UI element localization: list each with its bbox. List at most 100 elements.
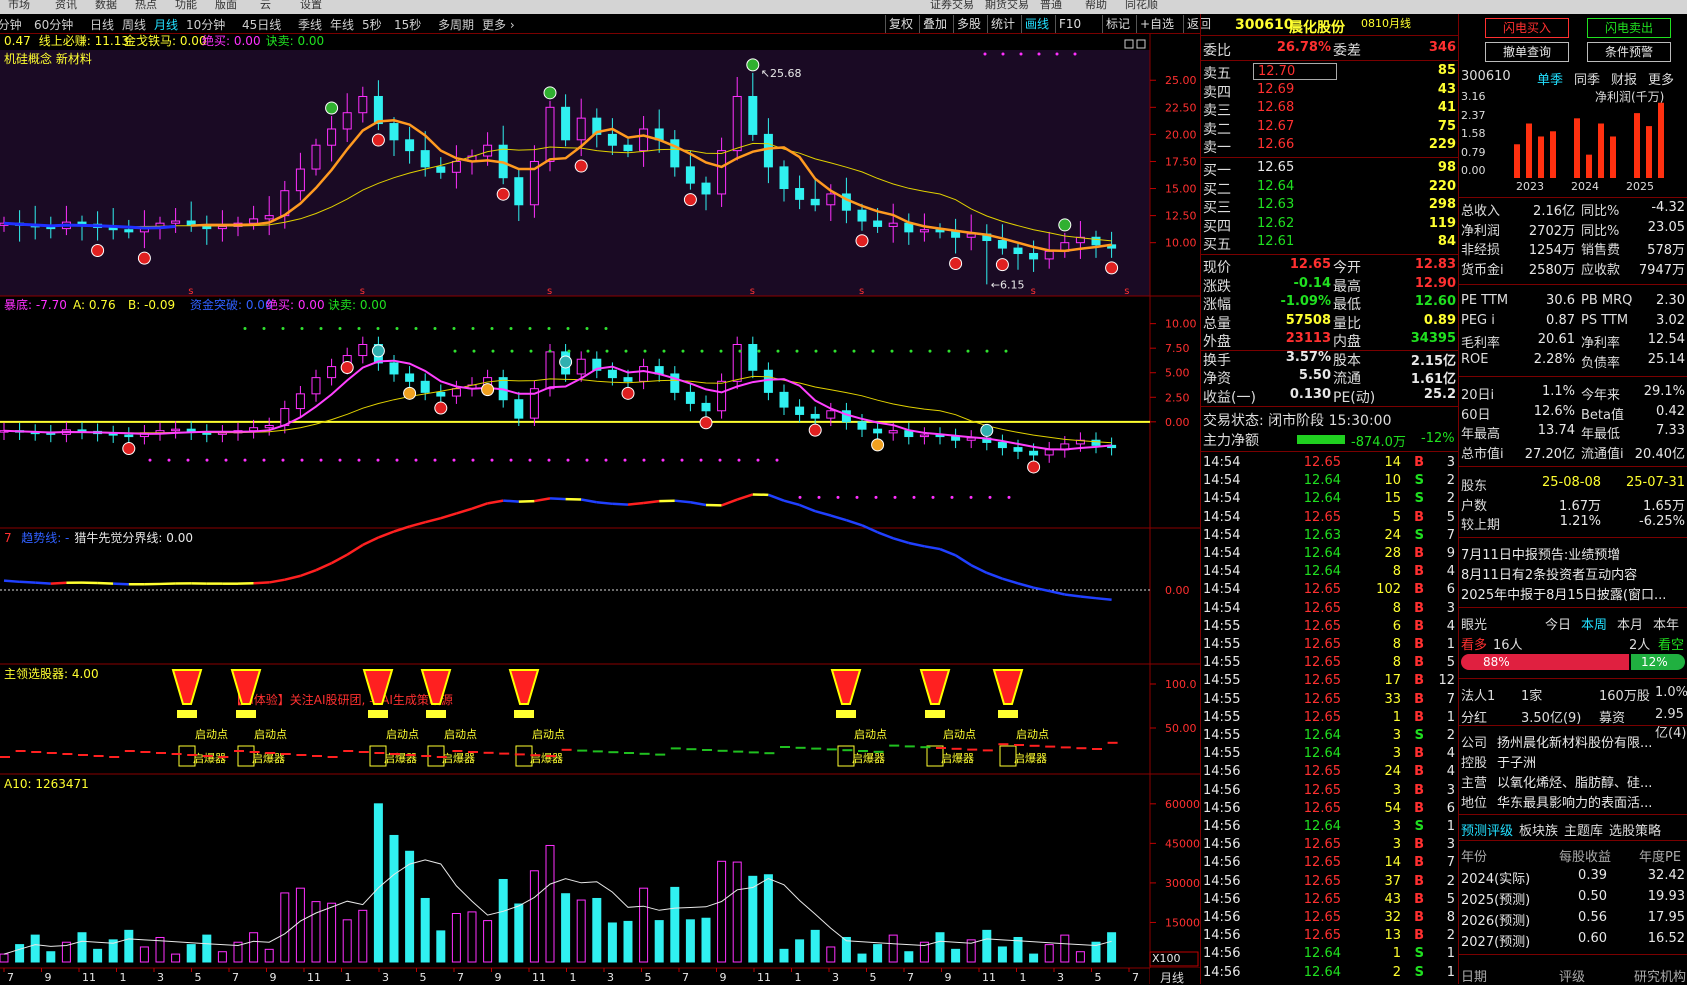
level-mark <box>62 753 72 755</box>
fin-tab[interactable]: 同季 <box>1574 69 1600 88</box>
period-tab[interactable]: 月线 <box>154 16 178 33</box>
period-tab[interactable]: 10分钟 <box>186 16 225 33</box>
x-axis-label: 7 <box>682 971 689 984</box>
news-item[interactable]: 8月11日有2条投资者互动内容 <box>1461 564 1686 583</box>
period-tab[interactable]: 周线 <box>122 16 146 33</box>
top-menu-item[interactable]: 帮助 <box>1085 0 1107 10</box>
kline-chart-area[interactable]: 25.0022.5020.0017.5015.0012.5010.00↖25.6… <box>0 34 1200 984</box>
top-menu-item[interactable]: 功能 <box>175 0 197 10</box>
toolbar-button[interactable]: 叠加 <box>919 15 953 33</box>
fin-bar <box>1634 113 1640 178</box>
top-menu-item[interactable]: 资讯 <box>55 0 77 10</box>
valuation-label: ROE <box>1461 352 1488 367</box>
period-tab[interactable]: 多周期 <box>438 16 474 33</box>
top-menu-item[interactable]: 数据 <box>95 0 117 10</box>
period-tab[interactable]: 15秒 <box>394 16 421 33</box>
tick-count: 4 <box>1429 564 1455 579</box>
forecast-tab[interactable]: 选股策略 <box>1609 820 1661 839</box>
top-menu-item[interactable]: 普通 <box>1040 0 1062 10</box>
top-menu-item[interactable]: 热点 <box>135 0 157 10</box>
s-marker: s <box>547 286 552 297</box>
forecast-tab[interactable]: 主题库 <box>1564 820 1603 839</box>
toolbar-button[interactable]: 标记 <box>1102 15 1136 33</box>
toolbar-button[interactable]: 统计 <box>987 15 1021 33</box>
level-mark <box>718 750 728 752</box>
tick-side: S <box>1406 491 1424 506</box>
indicator-signal-icon <box>123 443 135 455</box>
perf-value: 7.33 <box>1627 423 1685 438</box>
buy-price[interactable]: 12.62 <box>1253 216 1337 231</box>
fin-tab[interactable]: 单季 <box>1537 69 1563 88</box>
forecast-tab[interactable]: 板块族 <box>1519 820 1558 839</box>
quote-stat-value: 57508 <box>1251 313 1331 328</box>
period-tab[interactable]: 季线 <box>298 16 322 33</box>
period-tab[interactable]: 日线 <box>90 16 114 33</box>
toolbar-button[interactable]: F10 <box>1055 15 1102 33</box>
company-value: 以氧化烯烃、脂肪醇、硅... <box>1497 772 1685 791</box>
sell-price[interactable]: 12.69 <box>1253 82 1337 97</box>
fin-tab[interactable]: 财报 <box>1611 69 1637 88</box>
toolbar-button[interactable]: 画线 <box>1021 15 1055 33</box>
sell-price[interactable]: 12.68 <box>1253 100 1337 115</box>
buy-price[interactable]: 12.65 <box>1253 160 1337 175</box>
toolbar-button[interactable]: +自选 <box>1136 15 1183 33</box>
buy-price[interactable]: 12.61 <box>1253 234 1337 249</box>
tick-side: B <box>1406 710 1424 725</box>
level-mark <box>749 751 759 753</box>
news-item[interactable]: 2025年中报于8月15日披露(窗口... <box>1461 584 1686 603</box>
panel-max-icon[interactable] <box>1137 40 1145 48</box>
top-menu-item[interactable]: 版面 <box>215 0 237 10</box>
indicator-candle <box>437 392 445 396</box>
forecast-tab[interactable]: 预测评级 <box>1461 820 1513 839</box>
period-tab[interactable]: 60分钟 <box>34 16 73 33</box>
candle-body <box>733 96 741 150</box>
signal-dot <box>377 327 380 330</box>
period-tab[interactable]: 5秒 <box>362 16 382 33</box>
indicator-tick-label: 50.00 <box>1165 722 1197 735</box>
weicha-value: 346 <box>1381 40 1456 55</box>
tick-count: 1 <box>1429 637 1455 652</box>
tick-count: 3 <box>1429 601 1455 616</box>
tick-time: 14:56 <box>1203 892 1240 907</box>
signal-dot <box>473 350 476 353</box>
signal-bar <box>426 710 446 718</box>
top-menu-item[interactable]: 同花顺 <box>1125 0 1158 10</box>
order-query-button[interactable]: 撤单查询 <box>1485 42 1569 62</box>
period-tab[interactable]: 1分钟 <box>0 16 22 33</box>
period-tab[interactable]: 年线 <box>330 16 354 33</box>
volume-bar <box>312 902 320 962</box>
condition-alert-button[interactable]: 条件预警 <box>1587 42 1671 62</box>
toolbar-button[interactable]: 多股 <box>953 15 987 33</box>
buy-price[interactable]: 12.64 <box>1253 179 1337 194</box>
eye-tab[interactable]: 本周 <box>1581 614 1607 633</box>
panel-tool-icon[interactable] <box>1125 40 1133 48</box>
trend-line-segment <box>394 526 410 531</box>
volume-bar <box>1045 945 1053 962</box>
period-tab[interactable]: 45日线 <box>242 16 281 33</box>
flash-buy-button[interactable]: 闪电买入 <box>1485 18 1569 38</box>
tick-volume: 1 <box>1351 946 1401 961</box>
level-mark <box>1014 744 1024 746</box>
valuation-value: 12.54 <box>1627 332 1685 347</box>
level-mark <box>47 752 57 754</box>
top-menu-item[interactable]: 市场 <box>8 0 30 10</box>
news-item[interactable]: 7月11日中报预告:业绩预增 <box>1461 544 1686 563</box>
tick-count: 8 <box>1429 910 1455 925</box>
sell-price[interactable]: 12.70 <box>1253 63 1337 80</box>
eye-tab[interactable]: 今日 <box>1545 614 1571 633</box>
top-menu-item[interactable]: 云 <box>260 0 271 10</box>
buy-price[interactable]: 12.63 <box>1253 197 1337 212</box>
toolbar-button[interactable]: 复权 <box>885 15 919 33</box>
signal-dot <box>510 459 513 462</box>
eye-tab[interactable]: 本年 <box>1653 614 1679 633</box>
flash-sell-button[interactable]: 闪电卖出 <box>1587 18 1671 38</box>
eye-tab[interactable]: 本月 <box>1617 614 1643 633</box>
top-menu-item[interactable]: 设置 <box>300 0 322 10</box>
top-menu-item[interactable]: 期货交易 <box>985 0 1029 10</box>
sell-price[interactable]: 12.66 <box>1253 137 1337 152</box>
top-menu-item[interactable]: 证券交易 <box>930 0 974 10</box>
fin-tab[interactable]: 更多 <box>1648 69 1674 88</box>
period-tab[interactable]: 更多 › <box>482 16 515 33</box>
sell-price[interactable]: 12.67 <box>1253 119 1337 134</box>
fin-value: 2580万 <box>1509 259 1575 278</box>
